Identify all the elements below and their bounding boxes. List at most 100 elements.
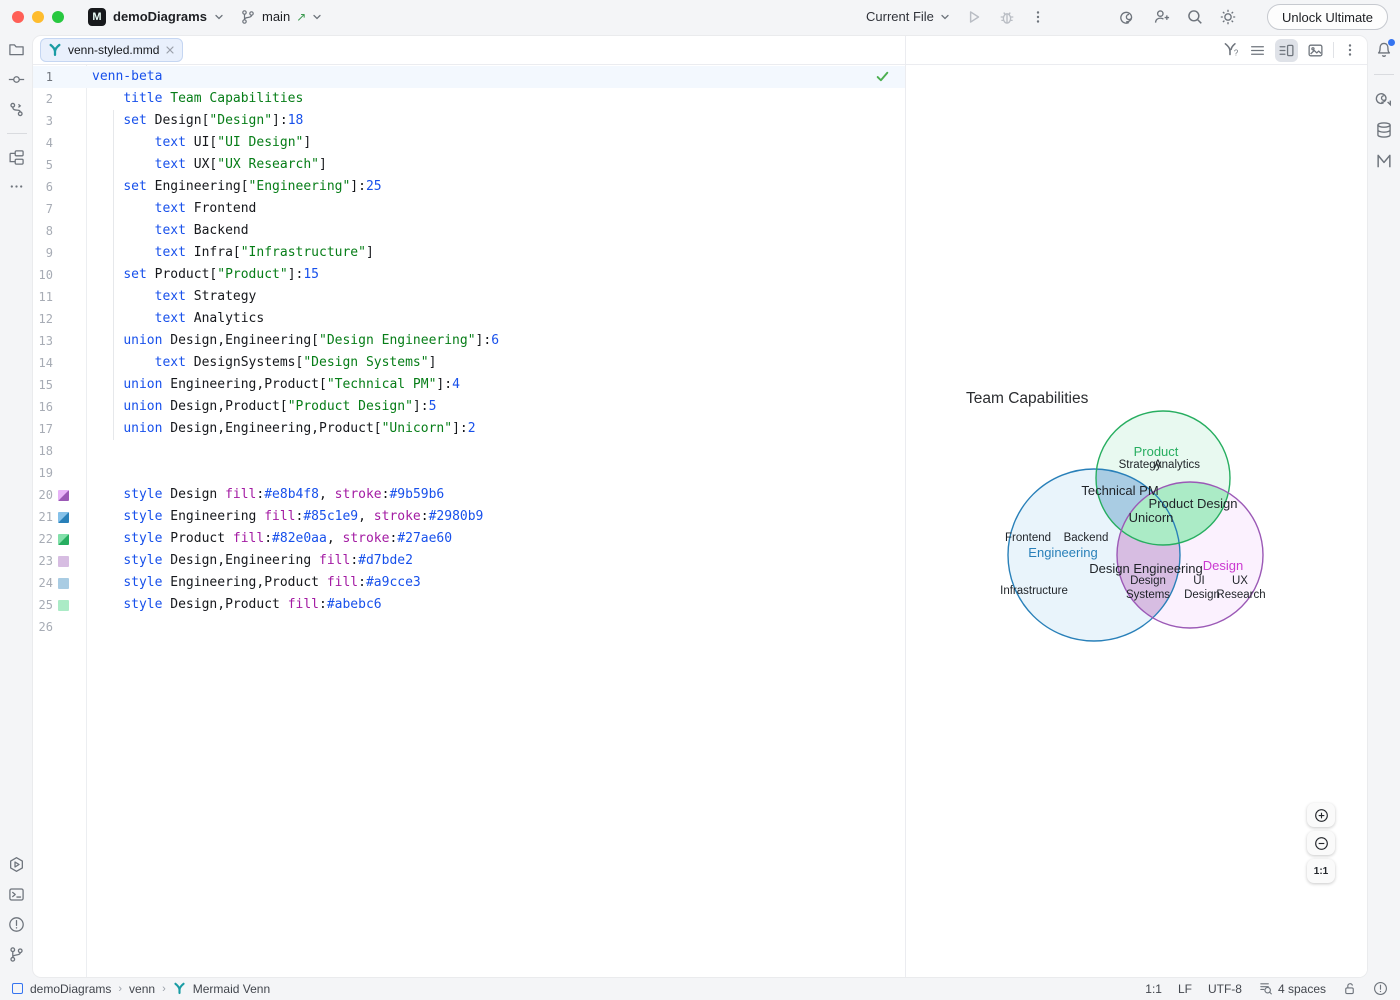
run-button[interactable] (965, 8, 983, 26)
zoom-in-button[interactable] (1307, 803, 1335, 827)
code-line[interactable]: 12 text Analytics (33, 308, 905, 330)
code-text[interactable]: union Engineering,Product["Technical PM"… (86, 374, 460, 396)
settings-gear-icon[interactable] (1219, 8, 1237, 26)
zoom-out-button[interactable] (1307, 831, 1335, 855)
code-line[interactable]: 14 text DesignSystems["Design Systems"] (33, 352, 905, 374)
line-ending-widget[interactable]: LF (1178, 982, 1192, 996)
code-text[interactable]: set Product["Product"]:15 (86, 264, 319, 286)
encoding-widget[interactable]: UTF-8 (1208, 982, 1242, 996)
problems-icon[interactable] (8, 916, 25, 933)
code-text[interactable]: style Engineering fill:#85c1e9, stroke:#… (86, 506, 483, 528)
code-text[interactable] (86, 440, 92, 462)
code-line[interactable]: 2 title Team Capabilities (33, 88, 905, 110)
code-line[interactable]: 11 text Strategy (33, 286, 905, 308)
code-line[interactable]: 21 style Engineering fill:#85c1e9, strok… (33, 506, 905, 528)
mermaid-syntax-help-icon[interactable]: ? (1222, 41, 1240, 59)
unlocked-padlock-icon[interactable] (1342, 981, 1357, 996)
code-text[interactable]: text Backend (86, 220, 249, 242)
preview-only-view-icon[interactable] (1307, 42, 1324, 59)
code-line[interactable]: 18 (33, 440, 905, 462)
inspections-ok-check-icon[interactable] (875, 69, 890, 84)
more-tool-windows-icon[interactable] (9, 179, 24, 194)
code-text[interactable]: text UX["UX Research"] (86, 154, 327, 176)
color-swatch[interactable] (58, 578, 69, 589)
breadcrumb-project[interactable]: demoDiagrams (30, 982, 111, 996)
code-text[interactable] (86, 462, 92, 484)
code-text[interactable]: text UI["UI Design"] (86, 132, 311, 154)
color-swatch[interactable] (58, 556, 69, 567)
code-editor[interactable]: 1venn-beta2 title Team Capabilities3 set… (33, 65, 905, 977)
add-user-icon[interactable] (1153, 8, 1171, 26)
commit-icon[interactable] (8, 71, 25, 88)
code-text[interactable]: set Design["Design"]:18 (86, 110, 303, 132)
maximize-window-button[interactable] (52, 11, 64, 23)
code-line[interactable]: 17 union Design,Engineering,Product["Uni… (33, 418, 905, 440)
code-text[interactable]: style Product fill:#82e0aa, stroke:#27ae… (86, 528, 452, 550)
caret-position-widget[interactable]: 1:1 (1145, 982, 1162, 996)
color-swatch[interactable] (58, 490, 69, 501)
code-line[interactable]: 25 style Design,Product fill:#abebc6 (33, 594, 905, 616)
code-text[interactable]: style Design,Engineering fill:#d7bde2 (86, 550, 413, 572)
code-line[interactable]: 16 union Design,Product["Product Design"… (33, 396, 905, 418)
close-tab-icon[interactable] (165, 45, 175, 55)
code-text[interactable]: set Engineering["Engineering"]:25 (86, 176, 382, 198)
git-tool-icon[interactable] (8, 946, 25, 963)
tab-venn-styled[interactable]: venn-styled.mmd (40, 38, 183, 62)
ai-assistant-icon[interactable] (1120, 8, 1138, 26)
color-swatch[interactable] (58, 534, 69, 545)
run-configuration-selector[interactable]: Current File (866, 9, 950, 24)
code-line[interactable]: 7 text Frontend (33, 198, 905, 220)
editor-options-kebab-icon[interactable] (1343, 42, 1357, 58)
code-line[interactable]: 3 set Design["Design"]:18 (33, 110, 905, 132)
code-text[interactable]: union Design,Engineering,Product["Unicor… (86, 418, 476, 440)
code-text[interactable]: union Design,Engineering["Design Enginee… (86, 330, 499, 352)
code-text[interactable] (86, 616, 92, 638)
code-text[interactable]: title Team Capabilities (86, 88, 303, 110)
code-text[interactable]: text DesignSystems["Design Systems"] (86, 352, 436, 374)
editor-and-preview-view-icon[interactable] (1275, 39, 1298, 62)
code-line[interactable]: 5 text UX["UX Research"] (33, 154, 905, 176)
services-icon[interactable] (8, 856, 25, 873)
code-line[interactable]: 26 (33, 616, 905, 638)
ai-assistant-chat-icon[interactable] (1375, 90, 1393, 108)
code-line[interactable]: 4 text UI["UI Design"] (33, 132, 905, 154)
code-line[interactable]: 9 text Infra["Infrastructure"] (33, 242, 905, 264)
code-line[interactable]: 8 text Backend (33, 220, 905, 242)
indent-widget[interactable]: 4 spaces (1258, 981, 1326, 996)
database-icon[interactable] (1375, 121, 1393, 139)
code-line[interactable]: 6 set Engineering["Engineering"]:25 (33, 176, 905, 198)
zoom-reset-button[interactable]: 1:1 (1307, 859, 1335, 883)
code-line[interactable]: 23 style Design,Engineering fill:#d7bde2 (33, 550, 905, 572)
minimize-window-button[interactable] (32, 11, 44, 23)
search-icon[interactable] (1186, 8, 1204, 26)
code-line[interactable]: 24 style Engineering,Product fill:#a9cce… (33, 572, 905, 594)
terminal-icon[interactable] (8, 886, 25, 903)
code-text[interactable]: style Design fill:#e8b4f8, stroke:#9b59b… (86, 484, 444, 506)
code-text[interactable]: style Engineering,Product fill:#a9cce3 (86, 572, 421, 594)
close-window-button[interactable] (12, 11, 24, 23)
debug-button[interactable] (998, 8, 1016, 26)
vcs-widget[interactable]: main ↗ (240, 0, 322, 33)
more-actions-kebab-icon[interactable] (1031, 9, 1045, 25)
code-line[interactable]: 19 (33, 462, 905, 484)
structure-icon[interactable] (8, 149, 25, 166)
code-line[interactable]: 13 union Design,Engineering["Design Engi… (33, 330, 905, 352)
unlock-ultimate-button[interactable]: Unlock Ultimate (1267, 4, 1388, 30)
code-line[interactable]: 15 union Engineering,Product["Technical … (33, 374, 905, 396)
code-text[interactable]: venn-beta (86, 66, 162, 88)
pull-requests-icon[interactable] (8, 101, 25, 118)
code-text[interactable]: union Design,Product["Product Design"]:5 (86, 396, 436, 418)
notifications-bell-icon[interactable] (1375, 41, 1393, 59)
editor-only-view-icon[interactable] (1249, 42, 1266, 59)
code-line[interactable]: 22 style Product fill:#82e0aa, stroke:#2… (33, 528, 905, 550)
breadcrumb-element[interactable]: Mermaid Venn (193, 982, 270, 996)
code-text[interactable]: style Design,Product fill:#abebc6 (86, 594, 382, 616)
code-text[interactable]: text Strategy (86, 286, 256, 308)
project-widget[interactable]: M demoDiagrams (88, 0, 224, 33)
breadcrumb-folder[interactable]: venn (129, 982, 155, 996)
code-text[interactable]: text Frontend (86, 198, 256, 220)
code-text[interactable]: text Infra["Infrastructure"] (86, 242, 374, 264)
color-swatch[interactable] (58, 512, 69, 523)
code-line[interactable]: 10 set Product["Product"]:15 (33, 264, 905, 286)
project-folder-icon[interactable] (8, 41, 25, 58)
